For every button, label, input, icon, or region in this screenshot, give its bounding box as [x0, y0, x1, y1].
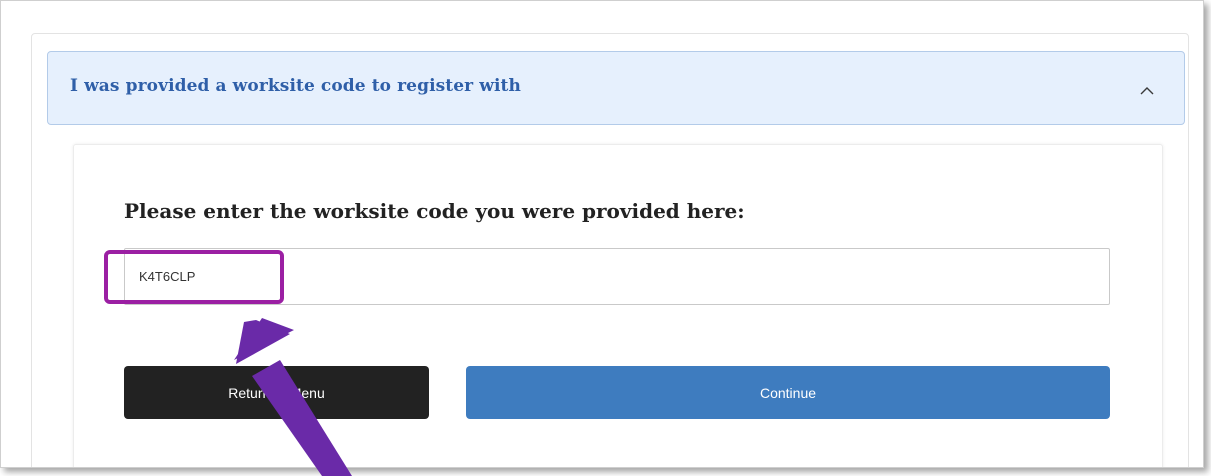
- return-to-menu-button[interactable]: Return to Menu: [124, 366, 429, 419]
- worksite-code-prompt: Please enter the worksite code you were …: [124, 199, 745, 223]
- accordion-panel: [73, 144, 1163, 467]
- worksite-code-input[interactable]: [124, 248, 1110, 305]
- accordion-title: I was provided a worksite code to regist…: [70, 76, 521, 96]
- screenshot-frame: I was provided a worksite code to regist…: [0, 0, 1204, 468]
- chevron-up-icon[interactable]: [1140, 84, 1154, 98]
- accordion-header[interactable]: I was provided a worksite code to regist…: [47, 51, 1185, 125]
- continue-button[interactable]: Continue: [466, 366, 1110, 419]
